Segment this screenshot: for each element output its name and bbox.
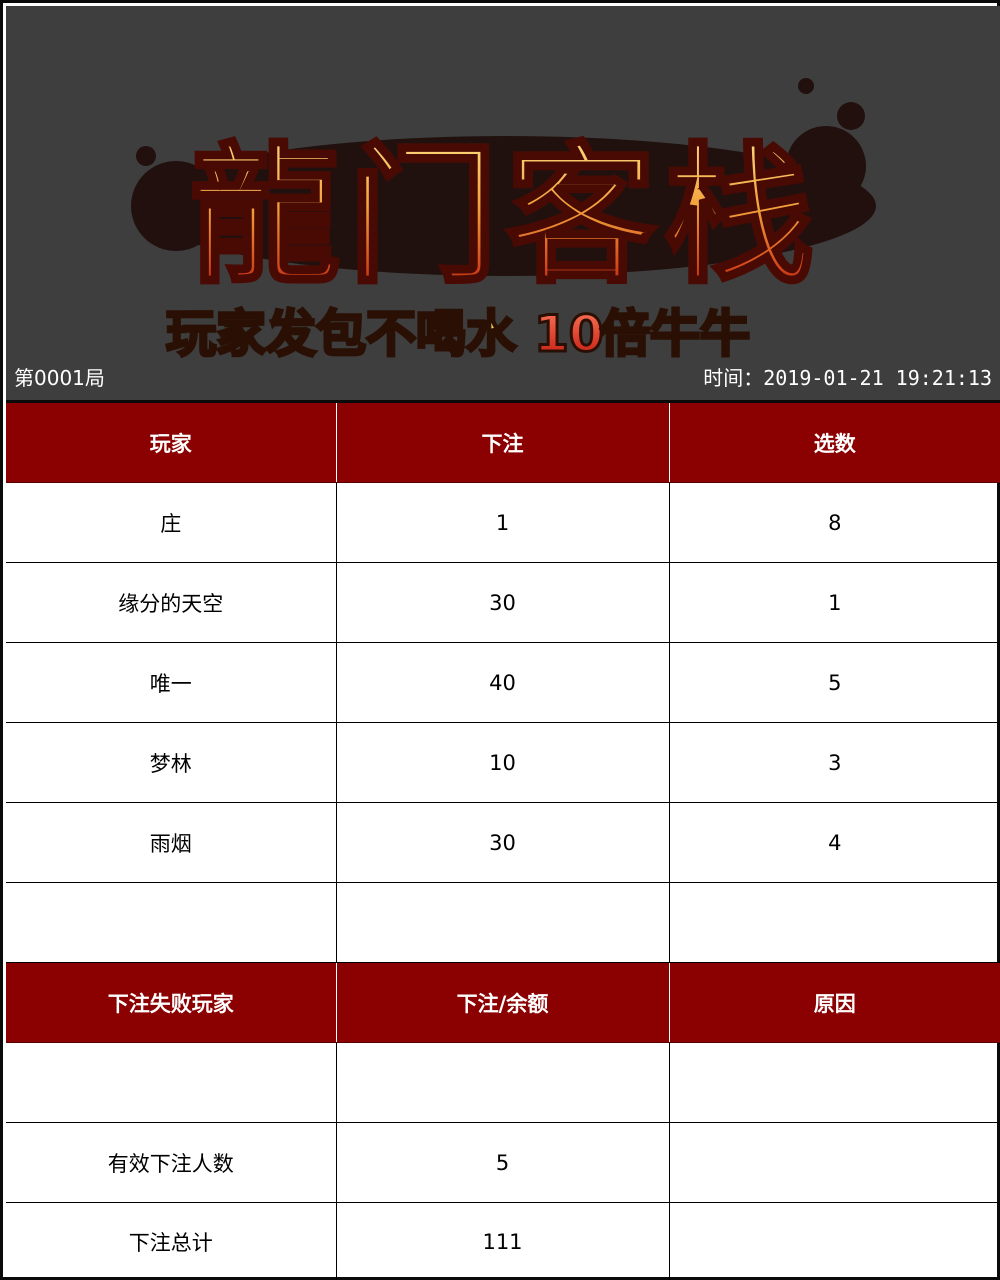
banner: 龍门客栈 玩家发包不喝水 10 倍牛牛 第0001局 时间：2019-01-21… xyxy=(6,6,1000,400)
failed-bet-balance xyxy=(336,1042,670,1123)
header-bet-balance: 下注/余额 xyxy=(336,962,670,1043)
bet-amount: 30 xyxy=(336,802,670,883)
logo-subtitle-number: 10 xyxy=(534,305,604,363)
pick-number: 3 xyxy=(669,722,1000,803)
pick-number: 8 xyxy=(669,482,1000,563)
summary-row-total: 下注总计 111 xyxy=(6,1202,1000,1280)
valid-bettors-blank xyxy=(669,1122,1000,1203)
valid-bettors-value: 5 xyxy=(336,1122,670,1203)
player-name: 雨烟 xyxy=(6,802,337,883)
header-player: 玩家 xyxy=(6,403,337,483)
pick-number: 1 xyxy=(669,562,1000,643)
round-number: 第0001局 xyxy=(14,366,105,390)
timestamp: 时间：2019-01-21 19:21:13 xyxy=(703,366,992,390)
header-failed-player: 下注失败玩家 xyxy=(6,962,337,1043)
bet-amount: 1 xyxy=(336,482,670,563)
total-blank xyxy=(669,1203,1000,1280)
pick-number: 5 xyxy=(669,642,1000,723)
logo-title: 龍门客栈 xyxy=(190,128,822,304)
player-name: 庄 xyxy=(6,482,337,563)
header-pick: 选数 xyxy=(669,403,1000,483)
logo-subtitle-part1: 玩家发包不喝水 xyxy=(166,305,517,363)
bets-header-row: 玩家 下注 选数 xyxy=(6,403,1000,483)
failed-row-empty xyxy=(6,1042,1000,1123)
header-reason: 原因 xyxy=(669,962,1000,1043)
table-row: 梦林 10 3 xyxy=(6,722,1000,803)
bet-amount: 10 xyxy=(336,722,670,803)
pick-number: 4 xyxy=(669,802,1000,883)
player-name xyxy=(6,882,337,963)
table-row: 雨烟 30 4 xyxy=(6,802,1000,883)
total-value: 111 xyxy=(336,1202,670,1280)
player-name: 缘分的天空 xyxy=(6,562,337,643)
bet-amount: 40 xyxy=(336,642,670,723)
total-label: 下注总计 xyxy=(6,1202,337,1280)
table-row: 唯一 40 5 xyxy=(6,642,1000,723)
failed-reason xyxy=(669,1042,1000,1123)
pick-number xyxy=(669,882,1000,963)
table-row: 缘分的天空 30 1 xyxy=(6,562,1000,643)
summary-row-valid-bettors: 有效下注人数 5 xyxy=(6,1122,1000,1203)
logo-graphic: 龍门客栈 玩家发包不喝水 10 倍牛牛 xyxy=(131,78,876,365)
failed-header-row: 下注失败玩家 下注/余额 原因 xyxy=(6,962,1000,1043)
valid-bettors-label: 有效下注人数 xyxy=(6,1122,337,1203)
failed-player xyxy=(6,1042,337,1123)
page-frame: 龍门客栈 玩家发包不喝水 10 倍牛牛 第0001局 时间：2019-01-21… xyxy=(0,0,1000,1280)
logo-subtitle-part2: 倍牛牛 xyxy=(600,305,750,363)
bet-amount xyxy=(336,882,670,963)
header-bet: 下注 xyxy=(336,403,670,483)
table-row: 庄 1 8 xyxy=(6,482,1000,563)
bet-amount: 30 xyxy=(336,562,670,643)
player-name: 唯一 xyxy=(6,642,337,723)
player-name: 梦林 xyxy=(6,722,337,803)
table-row-empty xyxy=(6,882,1000,963)
bet-table: 玩家 下注 选数 庄 1 8 缘分的天空 30 1 唯一 40 5 梦林 10 xyxy=(6,403,1000,1280)
